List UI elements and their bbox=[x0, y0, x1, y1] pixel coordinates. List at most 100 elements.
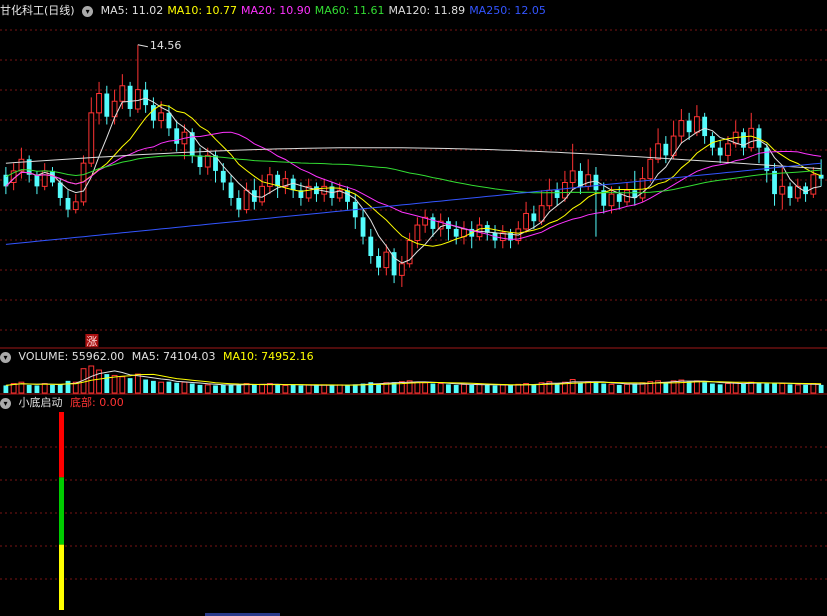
candle-body bbox=[72, 201, 79, 211]
candle-body bbox=[398, 263, 405, 276]
candle-body bbox=[204, 154, 211, 168]
candle-body bbox=[243, 189, 250, 211]
volume-bar bbox=[50, 384, 55, 393]
candle-body bbox=[259, 185, 266, 203]
volume-bar bbox=[3, 385, 9, 393]
volume-bar bbox=[181, 381, 188, 394]
candle-body bbox=[174, 128, 180, 144]
volume-bar bbox=[717, 384, 723, 393]
volume-bar bbox=[236, 384, 242, 393]
volume-bar bbox=[111, 374, 118, 394]
candle-body bbox=[616, 194, 622, 202]
indicator-bar-red bbox=[59, 412, 64, 478]
volume-bar bbox=[251, 384, 257, 393]
candle-body bbox=[608, 193, 615, 207]
indicator-bar-green bbox=[59, 477, 64, 545]
candle-body bbox=[220, 170, 226, 183]
candle-body bbox=[554, 190, 560, 198]
volume-bar bbox=[601, 383, 607, 393]
volume-bar bbox=[624, 383, 630, 394]
candle-body bbox=[104, 93, 110, 117]
volume-bar bbox=[220, 384, 226, 393]
candle-body bbox=[702, 116, 708, 137]
volume-bar bbox=[578, 382, 583, 393]
volume-bar bbox=[585, 381, 592, 394]
candle-body bbox=[569, 170, 576, 183]
volume-bar bbox=[314, 385, 319, 393]
kline-chart[interactable]: 14.56 涨 bbox=[0, 0, 827, 616]
candle-body bbox=[88, 112, 95, 164]
candle-body bbox=[764, 147, 770, 171]
volume-bar bbox=[772, 382, 777, 393]
volume-bar bbox=[65, 380, 71, 393]
volume-bar bbox=[710, 383, 715, 393]
volume-bar bbox=[764, 383, 770, 393]
candle-body bbox=[197, 155, 203, 168]
high-price-label: 14.56 bbox=[150, 39, 182, 52]
candle-body bbox=[430, 217, 436, 229]
candle-body bbox=[686, 120, 692, 133]
volume-bar bbox=[290, 384, 296, 393]
candle-body bbox=[725, 143, 731, 156]
candle-body bbox=[678, 120, 685, 137]
candle-body bbox=[585, 174, 592, 187]
volume-bar bbox=[197, 384, 203, 393]
volume-bar bbox=[345, 384, 350, 393]
candle-body bbox=[787, 186, 793, 198]
candle-body bbox=[647, 158, 654, 180]
candle-body bbox=[228, 182, 234, 198]
volume-bar bbox=[632, 383, 638, 393]
ma250-line bbox=[5, 162, 822, 245]
volume-bar bbox=[104, 374, 110, 393]
candle-body bbox=[158, 112, 165, 122]
candle-body bbox=[663, 143, 669, 156]
candle-body bbox=[453, 228, 459, 237]
volume-bar bbox=[787, 384, 793, 393]
volume-bar bbox=[213, 385, 218, 393]
volume-bar bbox=[476, 383, 483, 394]
volume-bar bbox=[686, 381, 692, 393]
candle-body bbox=[57, 182, 63, 198]
volume-bar bbox=[376, 383, 381, 393]
candle-body bbox=[414, 224, 421, 242]
volume-bar bbox=[702, 382, 708, 393]
volume-bar bbox=[794, 384, 801, 394]
volume-bar bbox=[484, 384, 490, 393]
volume-bar bbox=[422, 382, 429, 394]
candle-body bbox=[655, 143, 661, 160]
volume-bar bbox=[352, 384, 358, 393]
volume-bar bbox=[678, 379, 685, 394]
candle-body bbox=[360, 217, 366, 237]
candle-body bbox=[538, 205, 545, 222]
volume-bar bbox=[41, 383, 48, 394]
volume-bar bbox=[779, 383, 786, 394]
volume-bar bbox=[282, 384, 289, 394]
volume-bar bbox=[228, 384, 234, 393]
volume-bar bbox=[499, 384, 506, 394]
candle-body bbox=[236, 197, 242, 210]
candle-body bbox=[368, 236, 374, 257]
candle-body bbox=[523, 212, 529, 230]
candle-body bbox=[134, 89, 141, 110]
volume-bar bbox=[150, 380, 156, 393]
candle-body bbox=[693, 116, 700, 133]
volume-bar bbox=[166, 381, 172, 393]
volume-bar bbox=[469, 384, 475, 393]
candle-body bbox=[96, 93, 102, 114]
volume-bar bbox=[259, 383, 266, 394]
candle-body bbox=[779, 185, 786, 195]
volume-bar bbox=[189, 383, 195, 393]
volume-bar bbox=[305, 384, 312, 394]
candle-body bbox=[376, 256, 381, 268]
volume-bar bbox=[461, 383, 467, 394]
volume-bar bbox=[531, 384, 537, 393]
volume-bar bbox=[732, 382, 739, 394]
volume-bar bbox=[298, 385, 304, 393]
volume-bar bbox=[158, 381, 165, 394]
zhang-label: 涨 bbox=[86, 335, 97, 348]
candle-body bbox=[119, 85, 126, 102]
candle-body bbox=[578, 170, 583, 187]
candle-body bbox=[748, 127, 755, 149]
volume-bar bbox=[756, 382, 762, 393]
volume-bar bbox=[446, 384, 451, 393]
